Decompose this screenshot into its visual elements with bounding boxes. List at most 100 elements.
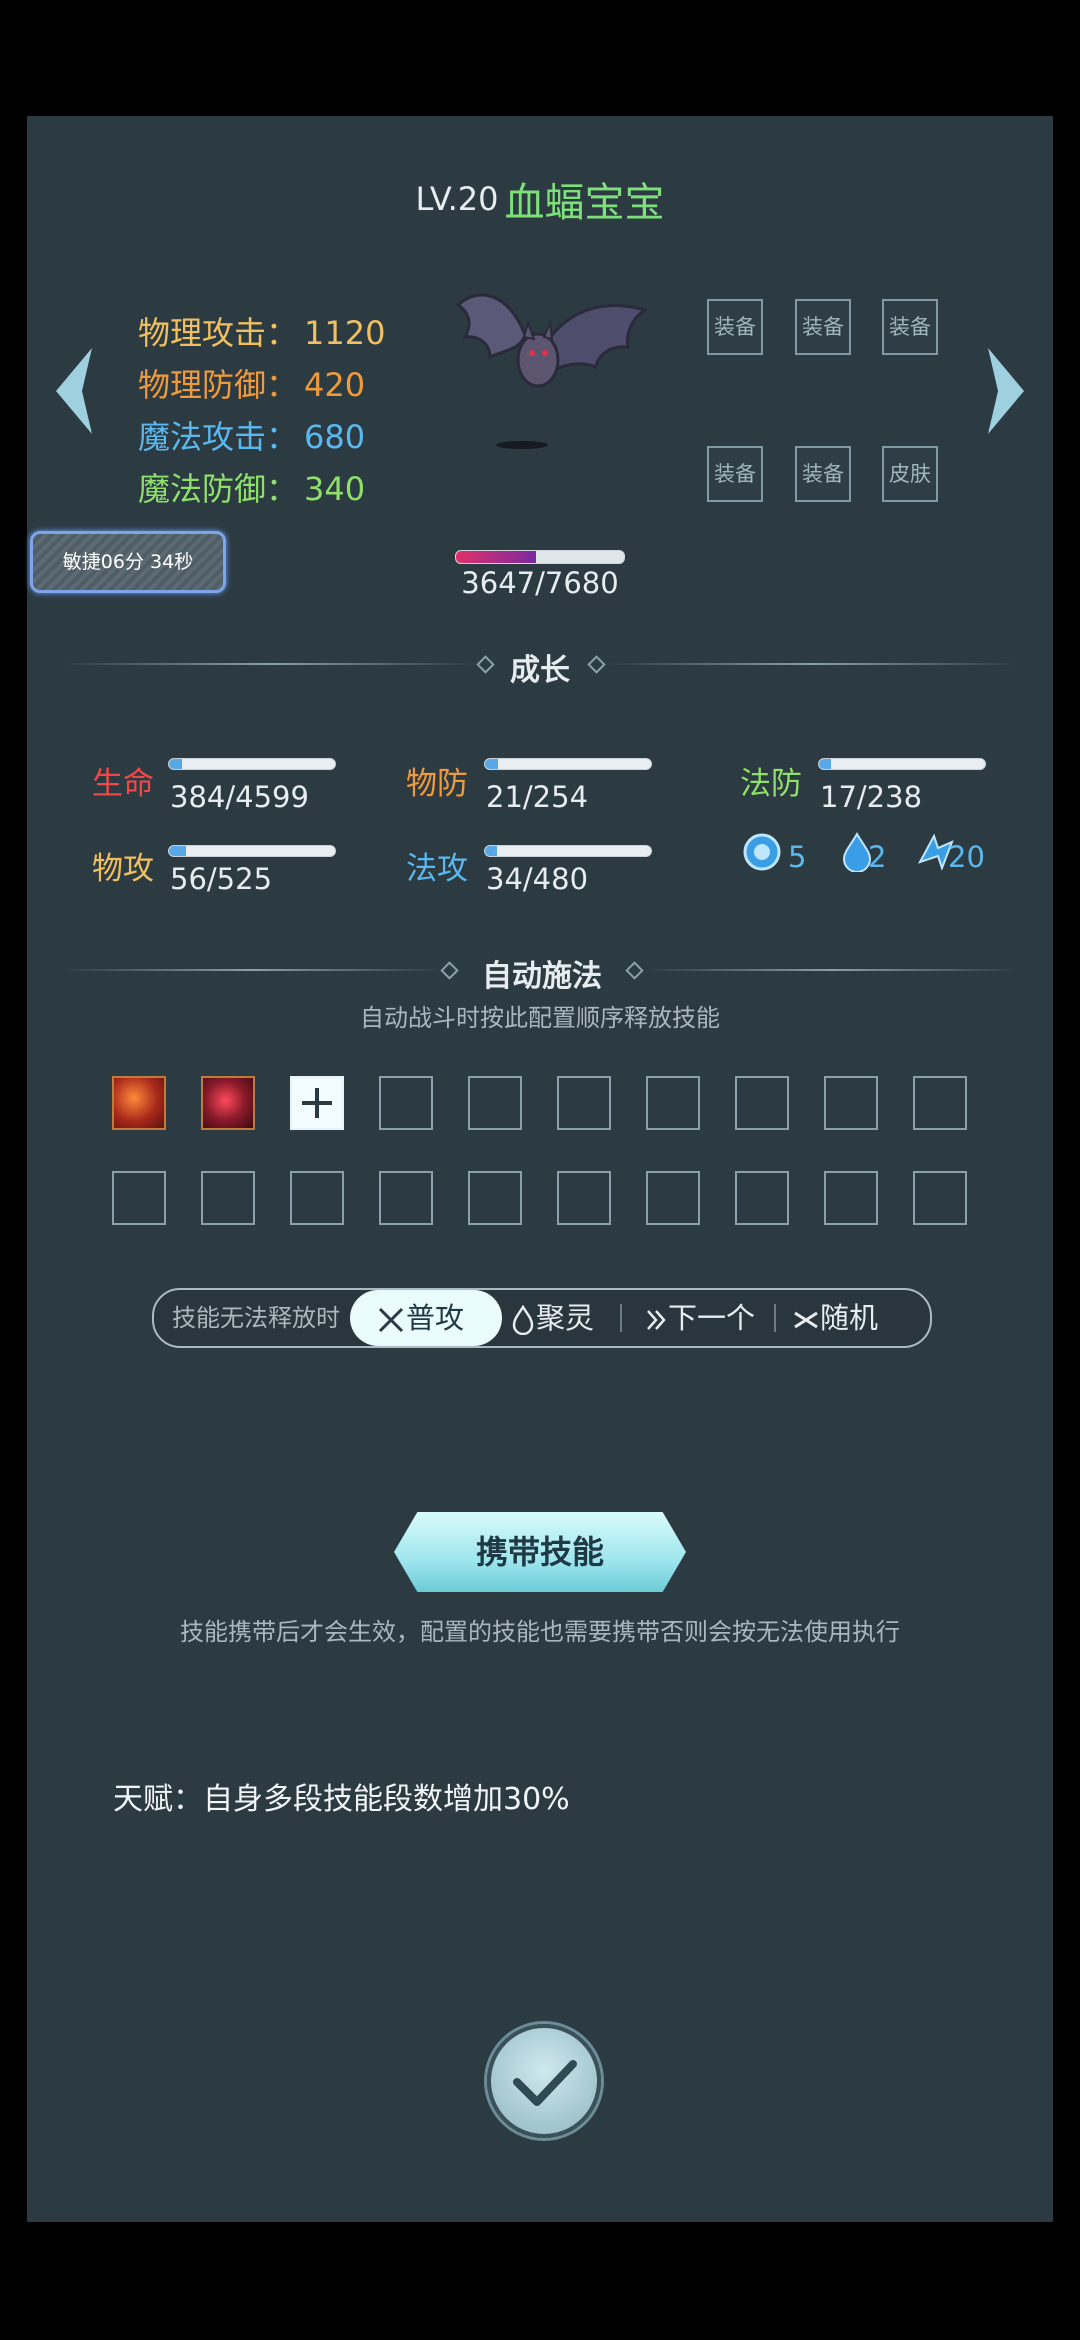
pet-level: LV.20	[415, 180, 499, 218]
skill-slot-empty[interactable]	[201, 1171, 255, 1225]
skill-blood-vortex[interactable]	[201, 1076, 255, 1130]
growth-bar-magic-defense	[818, 758, 986, 770]
skill-slot-empty[interactable]	[913, 1076, 967, 1130]
equip-slot-5[interactable]: 装备	[795, 446, 851, 502]
option-separator	[620, 1304, 622, 1332]
option-separator	[774, 1304, 776, 1332]
plus-icon	[302, 1088, 332, 1118]
growth-bar-magic-attack	[484, 845, 652, 857]
growth-value-physical-defense: 21/254	[486, 780, 589, 814]
divider-left	[60, 969, 444, 971]
growth-label-physical-defense: 物防	[406, 766, 468, 802]
skill-slot-empty[interactable]	[735, 1076, 789, 1130]
option-label: 普攻	[406, 1301, 465, 1335]
growth-label-magic-defense: 法防	[740, 766, 802, 802]
equip-slot-4[interactable]: 装备	[707, 446, 763, 502]
fallback-option-normal-attack[interactable]: 普攻	[376, 1290, 464, 1346]
fallback-mode-bar: 技能无法释放时 普攻 聚灵 下一个 随机	[152, 1288, 932, 1348]
growth-bar-fill	[485, 846, 497, 856]
skill-slot-empty[interactable]	[379, 1171, 433, 1225]
add-skill-button[interactable]	[290, 1076, 344, 1130]
divider-left	[60, 663, 480, 665]
growth-label-physical-attack: 物攻	[92, 851, 154, 887]
bat-pet-image	[455, 293, 649, 449]
stat-label: 魔法攻击：	[138, 418, 299, 456]
crossed-swords-icon	[378, 1307, 404, 1333]
stat-value: 680	[304, 418, 366, 456]
skill-slot-empty[interactable]	[646, 1171, 700, 1225]
auto-cast-subtitle: 自动战斗时按此配置顺序释放技能	[360, 1004, 720, 1032]
option-label: 随机	[820, 1301, 879, 1335]
double-chevron-icon	[647, 1310, 666, 1330]
growth-label-hp: 生命	[92, 766, 154, 802]
stat-physical-defense: 物理防御： 420	[138, 360, 365, 406]
growth-bar-fill	[169, 846, 186, 856]
skill-slot-empty[interactable]	[913, 1171, 967, 1225]
equip-slot-2[interactable]: 装备	[795, 299, 851, 355]
equip-slot-1[interactable]: 装备	[707, 299, 763, 355]
option-label: 聚灵	[536, 1301, 595, 1335]
hp-bar-fill	[456, 551, 536, 563]
skill-slot-empty[interactable]	[735, 1171, 789, 1225]
next-arrow-icon[interactable]	[982, 346, 1028, 436]
skill-slot-empty[interactable]	[557, 1171, 611, 1225]
growth-value-magic-attack: 34/480	[486, 862, 589, 896]
flame-icon	[512, 1304, 534, 1336]
pet-title: LV.20 血蝠宝宝	[0, 170, 1080, 228]
shuffle-icon	[794, 1311, 818, 1329]
resource-count-3: 20	[948, 840, 985, 874]
growth-bar-hp	[168, 758, 336, 770]
checkmark-icon	[513, 2060, 577, 2106]
divider-right	[644, 969, 1020, 971]
stat-value: 340	[304, 470, 366, 508]
option-label: 下一个	[668, 1301, 756, 1335]
resource-count-2: 2	[868, 840, 887, 874]
growth-bar-physical-defense	[484, 758, 652, 770]
skill-slot-empty[interactable]	[290, 1171, 344, 1225]
carry-skill-button[interactable]: 携带技能	[394, 1512, 686, 1592]
auto-cast-title: 自动施法	[482, 959, 602, 994]
agility-badge[interactable]: 敏捷06分 34秒	[30, 531, 226, 593]
stat-magic-attack: 魔法攻击： 680	[138, 412, 365, 458]
skill-slot-empty[interactable]	[824, 1171, 878, 1225]
growth-bar-fill	[819, 759, 831, 769]
talent-text: 天赋：自身多段技能段数增加30%	[113, 1782, 570, 1817]
stat-label: 魔法防御：	[138, 470, 299, 508]
fallback-label: 技能无法释放时	[172, 1304, 340, 1332]
growth-bar-physical-attack	[168, 845, 336, 857]
hp-value: 3647/7680	[461, 566, 619, 600]
equip-slot-3[interactable]: 装备	[882, 299, 938, 355]
carry-hint: 技能携带后才会生效，配置的技能也需要携带否则会按无法使用执行	[180, 1618, 900, 1646]
fallback-option-gather-spirit[interactable]: 聚灵	[510, 1290, 594, 1346]
skill-slot-empty[interactable]	[468, 1076, 522, 1130]
skill-fire-claw[interactable]	[112, 1076, 166, 1130]
stat-value: 420	[304, 366, 366, 404]
fallback-option-next[interactable]: 下一个	[644, 1290, 755, 1346]
growth-value-physical-attack: 56/525	[170, 862, 273, 896]
skill-slot-empty[interactable]	[379, 1076, 433, 1130]
stat-label: 物理防御：	[138, 366, 299, 404]
stat-value: 1120	[304, 314, 386, 352]
previous-arrow-icon[interactable]	[52, 346, 98, 436]
divider-right	[606, 663, 1020, 665]
pet-name: 血蝠宝宝	[504, 180, 665, 226]
growth-value-hp: 384/4599	[170, 780, 309, 814]
skill-slot-empty[interactable]	[646, 1076, 700, 1130]
growth-bar-fill	[485, 759, 499, 769]
growth-title: 成长	[510, 653, 570, 688]
skill-slot-empty[interactable]	[824, 1076, 878, 1130]
hp-bar	[455, 550, 625, 564]
growth-bar-fill	[169, 759, 183, 769]
growth-value-magic-defense: 17/238	[820, 780, 923, 814]
stat-physical-attack: 物理攻击： 1120	[138, 308, 385, 354]
fallback-option-random[interactable]: 随机	[792, 1290, 878, 1346]
skill-slot-empty[interactable]	[468, 1171, 522, 1225]
confirm-button[interactable]	[487, 2024, 601, 2138]
stat-label: 物理攻击：	[138, 314, 299, 352]
resource-count-1: 5	[788, 840, 807, 874]
growth-label-magic-attack: 法攻	[406, 851, 468, 887]
skill-slot-empty[interactable]	[112, 1171, 166, 1225]
skill-slot-empty[interactable]	[557, 1076, 611, 1130]
water-orb-icon	[743, 833, 781, 871]
skin-slot[interactable]: 皮肤	[882, 446, 938, 502]
